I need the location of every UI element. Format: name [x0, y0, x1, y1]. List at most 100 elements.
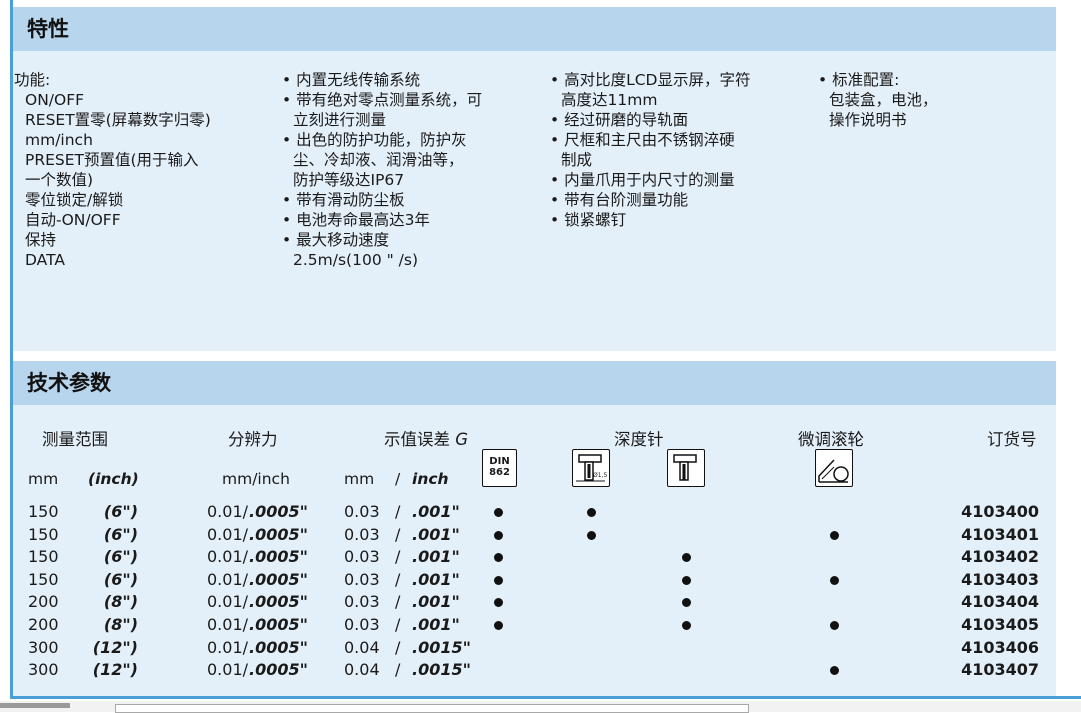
round-depth-marker	[587, 508, 596, 517]
din-marker	[494, 598, 503, 608]
feature-line: 功能:	[14, 71, 51, 89]
cell-error-mm: 0.04	[344, 637, 380, 657]
cell-resolution-mm: 0.01/	[207, 502, 249, 521]
flat-depth-marker	[682, 575, 691, 585]
footer-tick	[0, 703, 70, 708]
cell-error-inch: .0015"	[412, 637, 471, 657]
feature-line: • 带有台阶测量功能	[550, 191, 689, 209]
feature-line: 防护等级达IP67	[293, 171, 405, 189]
cell-error-slash: /	[395, 615, 401, 634]
cell-range-mm: 150	[28, 524, 59, 544]
cell-order-number: 4103406	[961, 637, 1039, 657]
cell-range-mm: 200	[28, 615, 59, 634]
feature-line: • 电池寿命最高达3年	[282, 211, 430, 229]
cell-error-mm: 0.03	[344, 592, 380, 612]
cell-error-inch: .001"	[412, 615, 460, 634]
header-depth: 深度针	[614, 430, 664, 449]
table-row: 150 (6") 0.01/.0005" 0.03 / .001" 4103403	[0, 570, 1081, 592]
cell-order-number: 4103400	[961, 502, 1039, 521]
cell-error-slash: /	[395, 592, 401, 612]
features-heading: 特性	[13, 7, 1056, 51]
cell-resolution-inch: .0005"	[249, 592, 308, 612]
header-range: 测量范围	[42, 430, 108, 449]
feature-line: 包装盒，电池，	[829, 91, 938, 109]
cell-error-inch: .001"	[412, 592, 460, 612]
bottom-accent-bar	[10, 696, 1081, 699]
cell-error-inch: .001"	[412, 524, 460, 544]
cell-range-mm: 300	[28, 660, 59, 680]
cell-resolution-inch: .0005"	[249, 615, 308, 634]
feature-line: • 高对比度LCD显示屏，字符	[550, 71, 751, 89]
unit-inch: (inch)	[88, 470, 139, 488]
feature-line: 零位锁定/解锁	[25, 191, 124, 209]
cell-order-number: 4103402	[961, 547, 1039, 567]
feature-line: 保持	[25, 231, 57, 249]
cell-error-mm: 0.03	[344, 524, 380, 544]
table-row: 200 (8") 0.01/.0005" 0.03 / .001" 4103405	[0, 615, 1081, 637]
din-marker	[494, 575, 503, 585]
cell-error-mm: 0.03	[344, 569, 380, 589]
table-row: 200 (8") 0.01/.0005" 0.03 / .001" 4103404	[0, 592, 1081, 614]
feature-line: 操作说明书	[829, 111, 907, 129]
cell-error-slash: /	[395, 569, 401, 589]
features-column-4: • 标准配置: 包装盒，电池， 操作说明书	[818, 70, 938, 130]
cell-error-mm: 0.03	[344, 502, 380, 521]
thumbwheel-marker	[830, 575, 839, 585]
feature-line: mm/inch	[25, 131, 93, 149]
cell-range-mm: 150	[28, 502, 59, 521]
unit-error-mm: mm	[344, 470, 375, 488]
feature-line: • 经过研磨的导轨面	[550, 111, 689, 129]
feature-line: • 带有绝对零点测量系统，可	[282, 91, 483, 109]
round-depth-marker	[587, 530, 596, 540]
unit-error-inch: inch	[412, 470, 449, 488]
feature-line: 自动-ON/OFF	[25, 211, 121, 229]
footer-strip	[0, 701, 1081, 713]
feature-line: • 内量爪用于内尺寸的测量	[550, 171, 735, 189]
cell-range-inch: (6")	[103, 502, 138, 521]
din-862-icon: DIN 862	[482, 449, 517, 487]
cell-order-number: 4103407	[961, 660, 1039, 680]
cell-resolution-inch: .0005"	[249, 502, 308, 521]
header-order: 订货号	[987, 430, 1037, 449]
thumbwheel-marker	[830, 621, 839, 630]
cell-error-mm: 0.03	[344, 547, 380, 567]
cell-order-number: 4103405	[961, 615, 1039, 634]
thumbwheel-marker	[830, 666, 839, 676]
feature-line: • 锁紧螺钉	[550, 211, 627, 229]
feature-line: 高度达11mm	[561, 91, 658, 109]
cell-error-inch: .001"	[412, 569, 460, 589]
feature-line: RESET置零(屏幕数字归零)	[25, 111, 211, 129]
feature-line: • 最大移动速度	[282, 231, 390, 249]
cell-range-inch: (6")	[103, 524, 138, 544]
cell-resolution-mm: 0.01/	[207, 524, 249, 544]
table-row: 150 (6") 0.01/.0005" 0.03 / .001" 4103402	[0, 547, 1081, 569]
feature-line: • 尺框和主尺由不锈钢淬硬	[550, 131, 735, 149]
thumbwheel-marker	[830, 530, 839, 540]
cell-range-inch: (6")	[103, 547, 138, 567]
feature-line: 制成	[561, 151, 593, 169]
cell-resolution-mm: 0.01/	[207, 615, 249, 634]
cell-order-number: 4103404	[961, 592, 1039, 612]
header-error: 示值误差 G	[384, 430, 469, 449]
feature-line: 2.5m/s(100 " /s)	[293, 251, 419, 269]
round-depth-rod-icon: Ø1,5	[572, 449, 610, 487]
cell-error-slash: /	[395, 524, 401, 544]
cell-range-inch: (6")	[103, 569, 138, 589]
cell-range-inch: (12")	[92, 660, 138, 680]
table-row: 150 (6") 0.01/.0005" 0.03 / .001" 4103401	[0, 525, 1081, 547]
cell-error-slash: /	[395, 547, 401, 567]
feature-line: • 出色的防护功能，防护灰	[282, 131, 467, 149]
cell-error-slash: /	[395, 637, 401, 657]
din-marker	[494, 530, 503, 540]
cell-resolution-inch: .0005"	[249, 524, 308, 544]
feature-line: • 标准配置:	[818, 71, 900, 89]
feature-line: 立刻进行测量	[293, 111, 387, 129]
flat-depth-marker	[682, 621, 691, 630]
feature-line: ON/OFF	[25, 91, 85, 109]
din-marker	[494, 508, 503, 517]
features-column-3: • 高对比度LCD显示屏，字符高度达11mm • 经过研磨的导轨面 • 尺框和主尺由…	[550, 70, 750, 230]
din-marker	[494, 553, 503, 563]
cell-order-number: 4103403	[961, 569, 1039, 589]
features-column-2: • 内置无线传输系统 • 带有绝对零点测量系统，可 立刻进行测量 • 出色的防护功能，…	[282, 70, 482, 270]
unit-error-slash: /	[395, 470, 401, 488]
